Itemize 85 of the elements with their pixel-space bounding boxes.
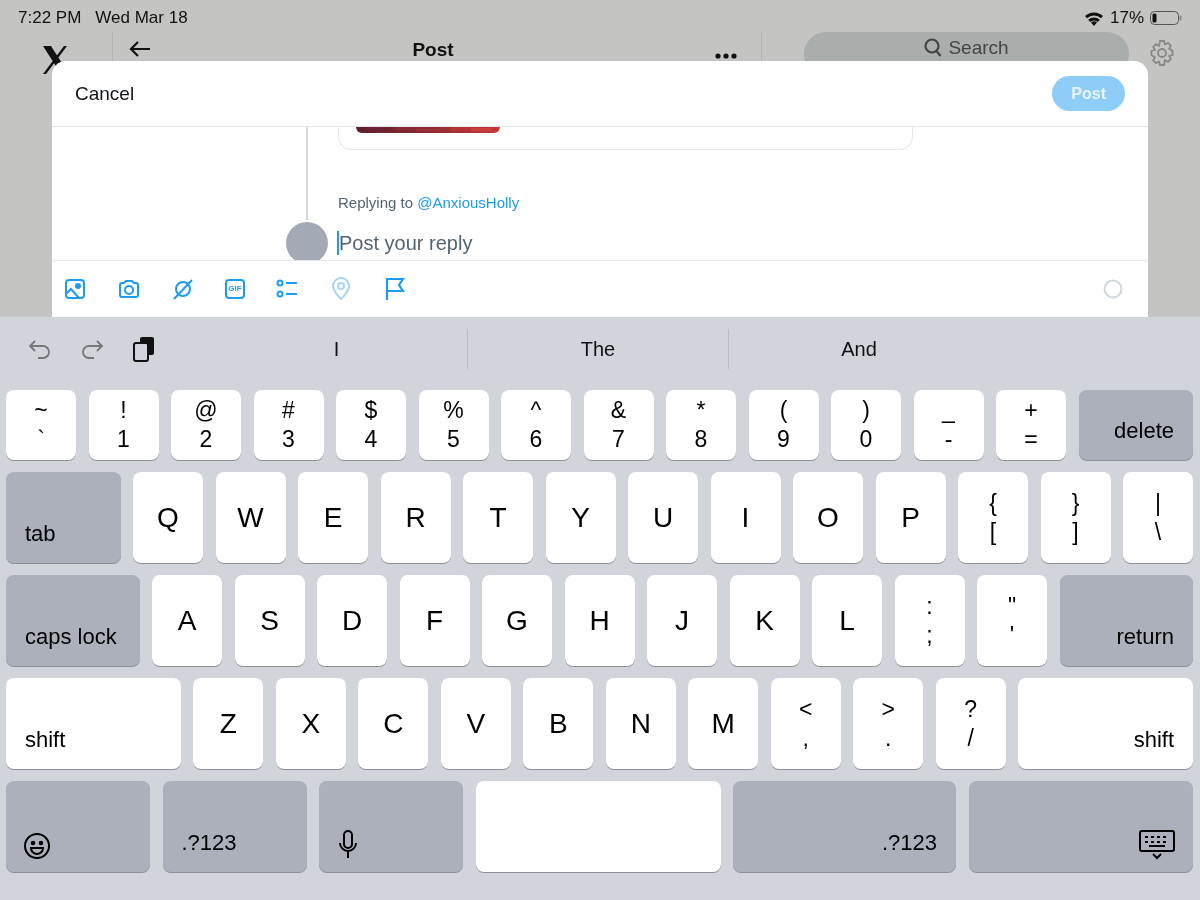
key[interactable]: W [215, 472, 286, 563]
key[interactable]: tab [6, 472, 121, 563]
key[interactable]: shift [6, 678, 181, 769]
key[interactable]: " ' [977, 575, 1047, 666]
search-icon [924, 38, 943, 58]
key[interactable]: _ - [913, 390, 984, 460]
key[interactable]: return [1059, 575, 1193, 666]
key[interactable]: Z [193, 678, 264, 769]
undo-icon[interactable] [28, 337, 52, 360]
key[interactable]: Y [545, 472, 616, 563]
key[interactable]: .?123 [733, 781, 956, 872]
battery-icon [1150, 11, 1182, 25]
image-icon[interactable] [63, 277, 87, 301]
text-cursor [337, 231, 339, 255]
suggestion[interactable]: And [841, 336, 877, 361]
emoji-key[interactable] [6, 781, 150, 872]
key[interactable]: R [380, 472, 451, 563]
key[interactable]: { [ [958, 472, 1028, 563]
key[interactable]: % 5 [418, 390, 489, 460]
avatar [286, 222, 328, 260]
key[interactable]: O [793, 472, 863, 563]
key[interactable]: I [710, 472, 781, 563]
key[interactable]: E [298, 472, 368, 563]
back-arrow-icon[interactable] [129, 40, 151, 58]
settings-icon[interactable] [1149, 40, 1175, 66]
key[interactable]: ! 1 [88, 390, 159, 460]
slashed-circle-icon[interactable] [171, 277, 195, 301]
key[interactable]: .?123 [162, 781, 307, 872]
key[interactable]: N [605, 678, 676, 769]
redo-icon[interactable] [80, 337, 104, 360]
wifi-icon [1083, 10, 1104, 26]
cancel-button[interactable]: Cancel [75, 82, 135, 105]
key[interactable]: ^ 6 [501, 390, 571, 460]
key[interactable]: B [523, 678, 594, 769]
smiley-icon [23, 832, 51, 860]
key[interactable]: caps lock [6, 575, 140, 666]
key[interactable]: G [482, 575, 552, 666]
more-icon[interactable] [715, 53, 737, 59]
key[interactable]: A [152, 575, 222, 666]
key[interactable]: | \ [1123, 472, 1193, 563]
key[interactable]: S [234, 575, 305, 666]
key[interactable]: * 8 [666, 390, 736, 460]
key[interactable]: M [688, 678, 759, 769]
key[interactable]: + = [996, 390, 1066, 460]
key[interactable]: V [440, 678, 511, 769]
microphone-icon [339, 830, 357, 860]
replying-to-text: Replying to @AnxiousHolly [338, 194, 520, 211]
paste-icon[interactable] [132, 335, 156, 362]
key[interactable]: $ 4 [336, 390, 406, 460]
key[interactable]: @ 2 [171, 390, 241, 460]
page-title: Post [411, 40, 455, 60]
keyboard-icon [1139, 830, 1175, 860]
flag-icon[interactable] [383, 277, 407, 301]
key[interactable]: } ] [1040, 472, 1111, 563]
key[interactable]: delete [1078, 390, 1193, 460]
suggestion[interactable]: I [333, 336, 340, 361]
key[interactable]: H [564, 575, 635, 666]
key[interactable]: L [812, 575, 882, 666]
key[interactable]: J [647, 575, 717, 666]
battery-percentage: 17% [1109, 8, 1144, 28]
key[interactable]: X [275, 678, 346, 769]
key[interactable]: F [399, 575, 470, 666]
key[interactable]: ( 9 [748, 390, 819, 460]
key[interactable]: C [358, 678, 429, 769]
key[interactable]: : ; [894, 575, 965, 666]
key[interactable]: Q [133, 472, 203, 563]
reply-field[interactable]: Post your reply [339, 231, 639, 255]
key[interactable]: < , [770, 678, 841, 769]
key[interactable]: ~ ` [6, 390, 76, 460]
key[interactable]: > . [853, 678, 924, 769]
key[interactable]: # 3 [253, 390, 324, 460]
status-date: Wed Mar 18 [95, 8, 188, 28]
key[interactable]: K [729, 575, 800, 666]
key[interactable]: U [628, 472, 698, 563]
key[interactable]: & 7 [583, 390, 654, 460]
key[interactable]: ) 0 [831, 390, 901, 460]
status-time: 7:22 PM [18, 8, 82, 28]
key[interactable]: D [317, 575, 387, 666]
suggestion[interactable]: The [580, 336, 616, 361]
key[interactable]: ? / [935, 678, 1006, 769]
key[interactable]: P [875, 472, 946, 563]
key[interactable]: shift [1018, 678, 1193, 769]
character-count-ring-icon [1103, 279, 1123, 299]
camera-icon[interactable] [117, 277, 141, 301]
key[interactable]: T [463, 472, 533, 563]
